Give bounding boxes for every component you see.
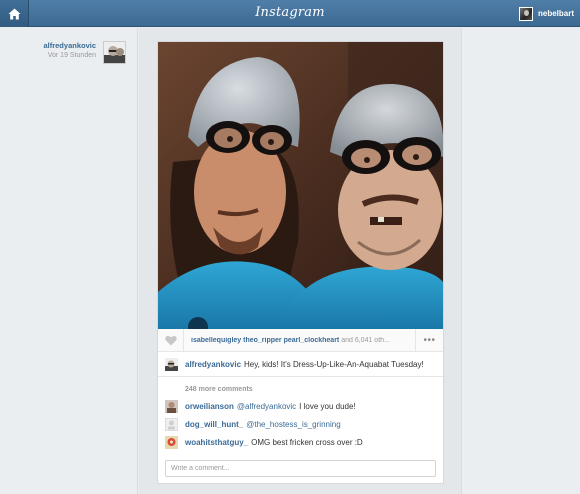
likes-summary: isabellequigley theo_ripper pearl_clockh… <box>184 337 409 344</box>
comment-item: woahitsthatguy_ OMG best fricken cross o… <box>165 435 435 450</box>
likes-count-text[interactable]: and 6,041 oth... <box>341 337 390 344</box>
username-label[interactable]: nebelbart <box>538 9 574 18</box>
comment-mention-link[interactable]: @the_hostess_is_grinning <box>246 420 340 429</box>
left-column: alfredyankovic Vor 19 Stunden <box>0 28 138 494</box>
commenter-avatar[interactable] <box>165 418 178 431</box>
top-bar: Instagram nebelbart <box>0 0 580 27</box>
caption-row: alfredyankovic Hey, kids! It's Dress-Up-… <box>158 353 443 377</box>
comment-input[interactable] <box>165 460 436 477</box>
caption-author-avatar[interactable] <box>165 358 178 371</box>
instagram-logo[interactable]: Instagram <box>240 5 340 20</box>
more-options-button[interactable]: ••• <box>415 329 443 352</box>
right-column <box>461 28 580 494</box>
commenter-avatar[interactable] <box>165 400 178 413</box>
caption-text: Hey, kids! It's Dress-Up-Like-An-Aquabat… <box>244 360 424 369</box>
home-button[interactable] <box>0 0 29 27</box>
home-icon <box>8 8 20 19</box>
comment-item: dog_will_hunt_ @the_hostess_is_grinning <box>165 417 435 432</box>
photo-illustration <box>158 42 443 329</box>
commenter-link[interactable]: dog_will_hunt_ <box>185 420 243 429</box>
post-card: isabellequigley theo_ripper pearl_clockh… <box>157 41 444 484</box>
comment-text: OMG best fricken cross over :D <box>251 438 363 447</box>
more-comments-link[interactable]: 248 more comments <box>185 386 253 393</box>
commenter-avatar[interactable] <box>165 436 178 449</box>
comment-item: orweilianson @alfredyankovic I love you … <box>165 399 435 414</box>
likes-row: isabellequigley theo_ripper pearl_clockh… <box>158 328 443 352</box>
comment-mention-link[interactable]: @alfredyankovic <box>237 402 296 411</box>
heart-icon <box>164 335 177 345</box>
post-author: alfredyankovic Vor 19 Stunden <box>30 41 126 64</box>
liker-link[interactable]: pearl_clockheart <box>284 337 340 344</box>
commenter-link[interactable]: woahitsthatguy_ <box>185 438 248 447</box>
user-avatar[interactable] <box>518 6 533 21</box>
commenter-link[interactable]: orweilianson <box>185 402 234 411</box>
comment-text: I love you dude! <box>299 402 356 411</box>
post-photo[interactable] <box>158 42 443 329</box>
caption-author-link[interactable]: alfredyankovic <box>185 360 241 369</box>
liker-link[interactable]: theo_ripper <box>243 337 282 344</box>
user-menu[interactable]: nebelbart <box>518 5 574 22</box>
liker-link[interactable]: isabellequigley <box>191 337 241 344</box>
author-avatar[interactable] <box>103 41 126 64</box>
like-button[interactable] <box>158 328 184 352</box>
